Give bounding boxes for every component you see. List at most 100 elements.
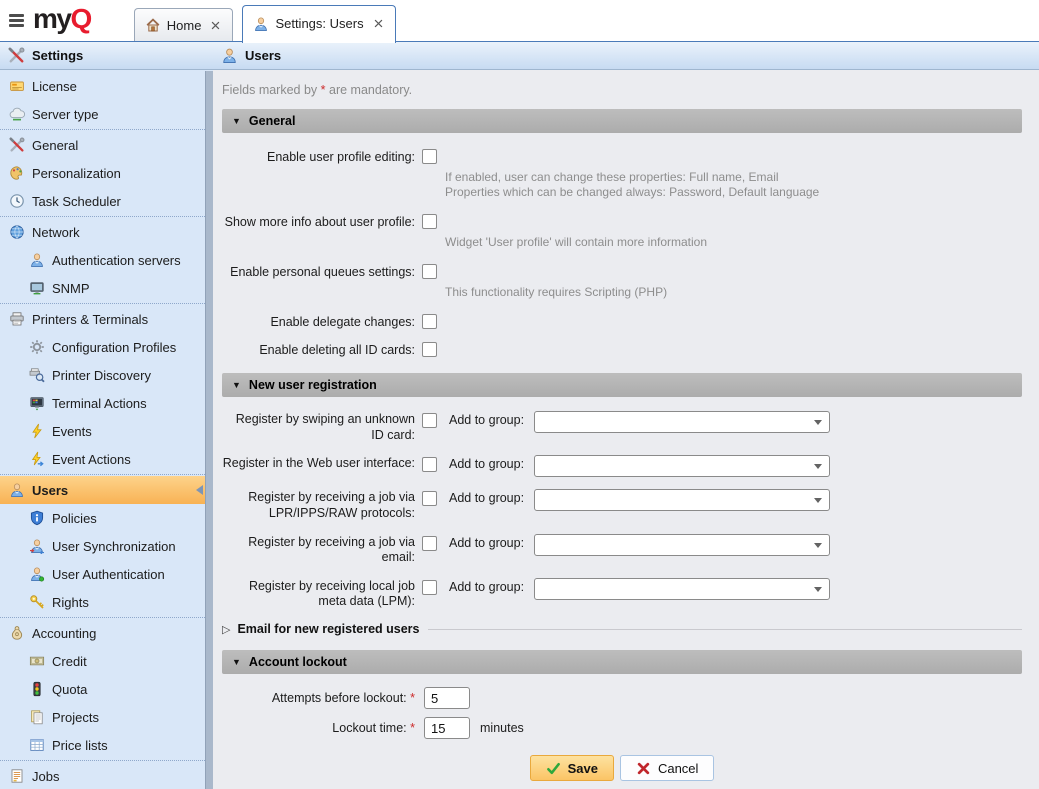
- logo-text-my: my: [33, 3, 70, 34]
- dropdown-arrow-icon: [814, 587, 822, 592]
- sidebar-item-credit[interactable]: Credit: [0, 647, 213, 675]
- section-header-general[interactable]: ▼ General: [222, 109, 1022, 133]
- sidebar-item-rights[interactable]: Rights: [0, 588, 213, 616]
- clock-icon: [9, 193, 25, 209]
- sidebar-item-printers-terminals[interactable]: Printers & Terminals: [0, 305, 213, 333]
- tools-icon: [9, 137, 25, 153]
- sidebar-item-personalization[interactable]: Personalization: [0, 159, 213, 187]
- section-general-body: Enable user profile editing: If enabled,…: [222, 133, 1022, 360]
- sidebar-item-label: Accounting: [32, 626, 96, 641]
- menu-icon[interactable]: [9, 14, 24, 27]
- help-text: Properties which can be changed always: …: [445, 185, 1022, 200]
- sidebar-item-event-actions[interactable]: Event Actions: [0, 445, 213, 473]
- attempts-before-lockout-input[interactable]: [424, 687, 470, 709]
- subsection-email-for-new-registered-users[interactable]: ▷ Email for new registered users: [222, 622, 1022, 636]
- sidebar-item-quota[interactable]: Quota: [0, 675, 213, 703]
- section-title-account-lockout: Account lockout: [249, 655, 347, 669]
- sidebar-item-price-lists[interactable]: Price lists: [0, 731, 213, 759]
- sidebar-item-label: License: [32, 79, 77, 94]
- check-icon: [546, 761, 561, 776]
- row-lockout-time: Lockout time: * minutes: [222, 717, 1022, 739]
- sidebar-item-terminal-actions[interactable]: Terminal Actions: [0, 389, 213, 417]
- save-button[interactable]: Save: [530, 755, 614, 781]
- show-more-info-checkbox[interactable]: [422, 214, 437, 229]
- register-unknown-id-card-checkbox[interactable]: [422, 413, 437, 428]
- row-register-web-interface: Register in the Web user interface: Add …: [222, 455, 1022, 477]
- chevron-right-icon: ▷: [222, 623, 230, 636]
- logo-text-q: Q: [70, 3, 90, 34]
- sidebar-item-task-scheduler[interactable]: Task Scheduler: [0, 187, 213, 215]
- lightning-arrow-icon: [29, 451, 45, 467]
- sidebar-item-label: Events: [52, 424, 92, 439]
- settings-nav: License Server type General Personalizat…: [0, 70, 213, 789]
- sidebar-item-server-type[interactable]: Server type: [0, 100, 213, 128]
- row-attempts-before-lockout: Attempts before lockout: *: [222, 687, 1022, 709]
- sidebar-item-printer-discovery[interactable]: Printer Discovery: [0, 361, 213, 389]
- sidebar-item-events[interactable]: Events: [0, 417, 213, 445]
- enable-personal-queues-checkbox[interactable]: [422, 264, 437, 279]
- palette-icon: [9, 165, 25, 181]
- sidebar-item-snmp[interactable]: SNMP: [0, 274, 213, 302]
- sidebar-item-users[interactable]: Users: [0, 476, 213, 504]
- tab-settings-users[interactable]: Settings: Users: [242, 5, 395, 43]
- table-icon: [29, 737, 45, 753]
- sidebar-item-user-authentication[interactable]: User Authentication: [0, 560, 213, 588]
- help-text: If enabled, user can change these proper…: [445, 170, 1022, 185]
- sidebar-item-accounting[interactable]: Accounting: [0, 619, 213, 647]
- brand-area: myQ: [0, 0, 91, 41]
- sidebar-item-label: Credit: [52, 654, 87, 669]
- myq-logo: myQ: [33, 5, 91, 37]
- printer-search-icon: [29, 367, 45, 383]
- sidebar-item-policies[interactable]: Policies: [0, 504, 213, 532]
- dropdown-arrow-icon: [814, 420, 822, 425]
- traffic-light-icon: [29, 681, 45, 697]
- register-email-checkbox[interactable]: [422, 536, 437, 551]
- add-to-group-select[interactable]: [534, 578, 830, 600]
- add-to-group-select[interactable]: [534, 489, 830, 511]
- sidebar-item-network[interactable]: Network: [0, 218, 213, 246]
- enable-user-profile-editing-checkbox[interactable]: [422, 149, 437, 164]
- printer-icon: [9, 311, 25, 327]
- add-to-group-select[interactable]: [534, 411, 830, 433]
- add-to-group-select[interactable]: [534, 455, 830, 477]
- sidebar-item-authentication-servers[interactable]: Authentication servers: [0, 246, 213, 274]
- sidebar-item-label: Price lists: [52, 738, 108, 753]
- add-to-group-select[interactable]: [534, 534, 830, 556]
- sidebar-item-label: Printers & Terminals: [32, 312, 148, 327]
- cancel-button[interactable]: Cancel: [620, 755, 714, 781]
- enable-delegate-changes-checkbox[interactable]: [422, 314, 437, 329]
- section-title-general: General: [249, 114, 296, 128]
- add-to-group-label: Add to group:: [449, 489, 524, 505]
- sidebar-item-jobs[interactable]: Jobs: [0, 762, 213, 789]
- section-header-new-user-registration[interactable]: ▼ New user registration: [222, 373, 1022, 397]
- user-icon: [29, 252, 45, 268]
- sidebar-item-user-synchronization[interactable]: User Synchronization: [0, 532, 213, 560]
- register-web-interface-checkbox[interactable]: [422, 457, 437, 472]
- sidebar-item-label: Network: [32, 225, 80, 240]
- lightning-icon: [29, 423, 45, 439]
- close-icon[interactable]: [209, 19, 222, 32]
- enable-deleting-id-cards-checkbox[interactable]: [422, 342, 437, 357]
- sidebar-item-general[interactable]: General: [0, 131, 213, 159]
- field-label: Show more info about user profile:: [222, 214, 415, 231]
- tab-home[interactable]: Home: [134, 8, 234, 41]
- monitor-icon: [29, 280, 45, 296]
- field-label-text: Lockout time:: [332, 721, 406, 735]
- tab-settings-users-label: Settings: Users: [275, 16, 363, 31]
- row-register-lpr-ipps-raw: Register by receiving a job via LPR/IPPS…: [222, 489, 1022, 521]
- sidebar-item-configuration-profiles[interactable]: Configuration Profiles: [0, 333, 213, 361]
- sidebar-item-label: Task Scheduler: [32, 194, 121, 209]
- sidebar-item-license[interactable]: License: [0, 72, 213, 100]
- close-icon[interactable]: [372, 17, 385, 30]
- section-lockout-body: Attempts before lockout: * Lockout time:…: [222, 674, 1022, 781]
- help-text: Widget 'User profile' will contain more …: [445, 235, 1022, 250]
- sidebar-title: Settings: [32, 48, 83, 63]
- content-body: Fields marked by * are mandatory. ▼ Gene…: [213, 70, 1039, 781]
- register-lpr-ipps-raw-checkbox[interactable]: [422, 491, 437, 506]
- nav-separator: [0, 617, 213, 618]
- lockout-time-input[interactable]: [424, 717, 470, 739]
- register-lpm-checkbox[interactable]: [422, 580, 437, 595]
- section-header-account-lockout[interactable]: ▼ Account lockout: [222, 650, 1022, 674]
- sidebar-item-projects[interactable]: Projects: [0, 703, 213, 731]
- chevron-down-icon: ▼: [232, 658, 241, 667]
